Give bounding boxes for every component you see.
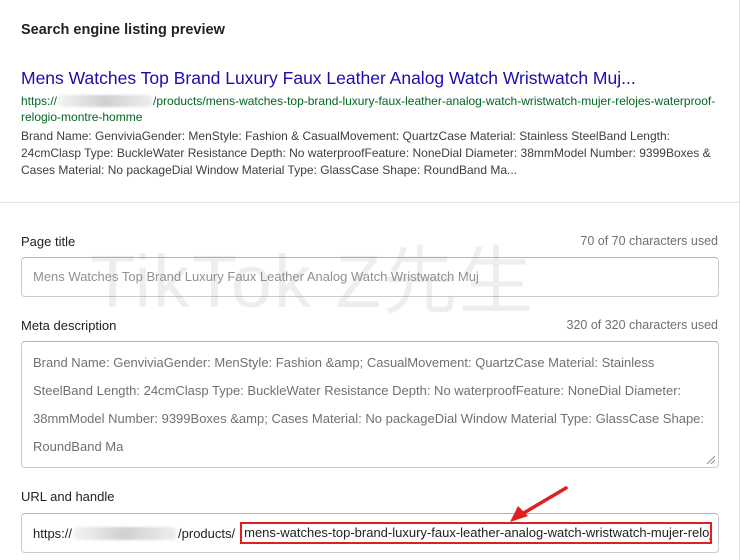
- page-title-counter: 70 of 70 characters used: [580, 234, 718, 248]
- meta-description-text: Brand Name: GenviviaGender: MenStyle: Fa…: [33, 355, 705, 454]
- preview-url-prefix: https://: [21, 94, 58, 108]
- url-handle-label: URL and handle: [21, 489, 115, 504]
- page-title-label: Page title: [21, 234, 76, 249]
- url-handle-input[interactable]: https:// /products/ mens-watches-top-bran…: [21, 513, 719, 553]
- blurred-domain: [57, 95, 154, 107]
- url-prefix: https:// /products/: [33, 526, 235, 541]
- page-title-input[interactable]: Mens Watches Top Brand Luxury Faux Leath…: [21, 257, 719, 297]
- url-prefix-end: /products/: [178, 525, 236, 541]
- preview-description: Brand Name: GenviviaGender: MenStyle: Fa…: [21, 129, 711, 177]
- seo-card: Search engine listing preview Mens Watch…: [0, 0, 740, 560]
- meta-description-textarea[interactable]: Brand Name: GenviviaGender: MenStyle: Fa…: [21, 341, 719, 468]
- url-prefix-start: https://: [33, 525, 73, 541]
- preview-heading: Search engine listing preview: [21, 22, 225, 38]
- meta-description-label: Meta description: [21, 318, 117, 333]
- handle-value-highlight[interactable]: mens-watches-top-brand-luxury-faux-leath…: [240, 522, 713, 544]
- red-arrow-icon: [510, 486, 568, 522]
- resize-handle-icon[interactable]: [707, 456, 715, 464]
- meta-description-counter: 320 of 320 characters used: [566, 318, 719, 332]
- blurred-domain: [73, 526, 178, 540]
- search-listing-preview: Search engine listing preview Mens Watch…: [0, 0, 740, 203]
- preview-title-link[interactable]: Mens Watches Top Brand Luxury Faux Leath…: [21, 68, 636, 89]
- preview-url: https:///products/mens-watches-top-brand…: [21, 93, 721, 125]
